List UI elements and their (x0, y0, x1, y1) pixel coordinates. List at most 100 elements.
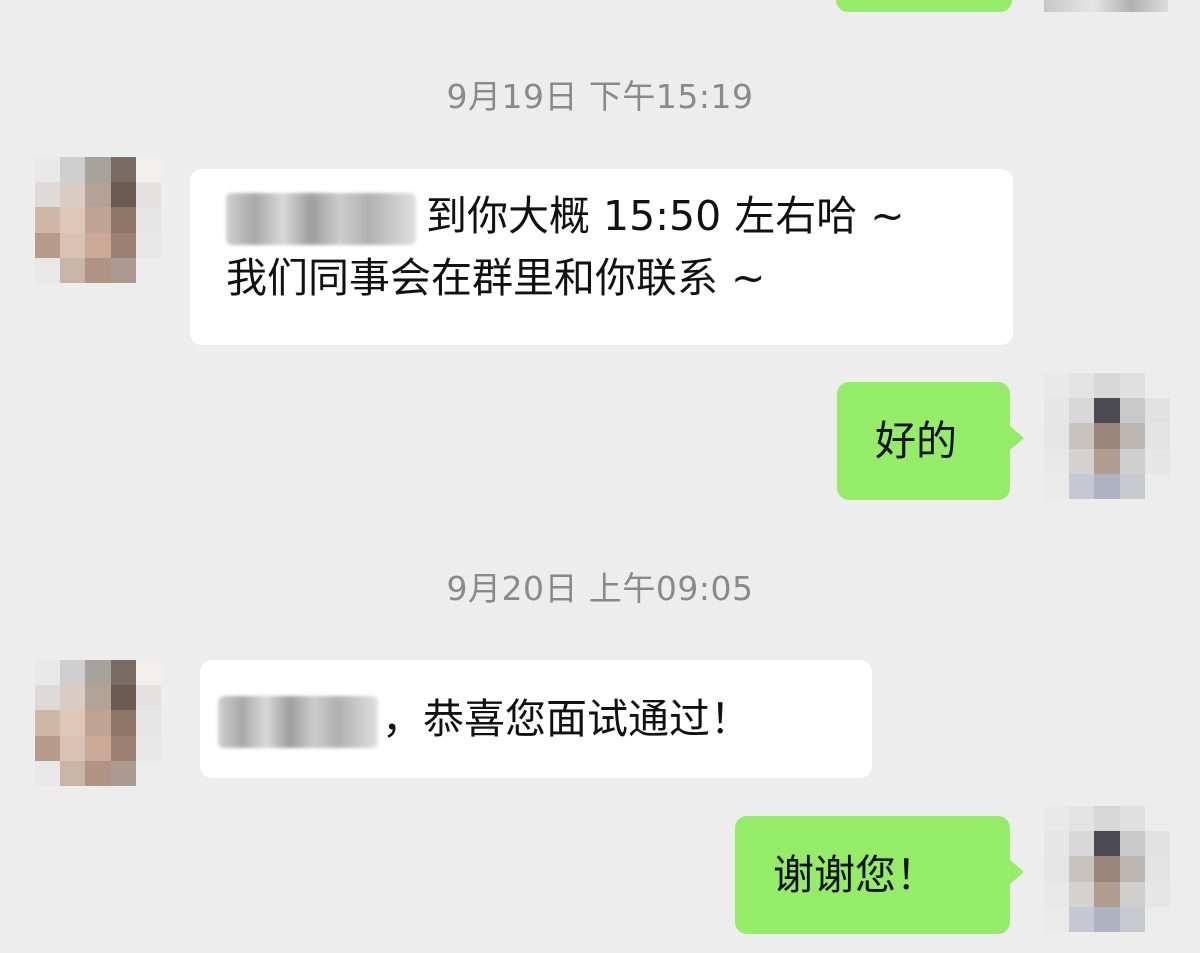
avatar-pixel (1044, 806, 1070, 832)
avatar-pixel (85, 182, 111, 208)
avatar-pixel (110, 207, 136, 233)
avatar-pixel (1144, 373, 1170, 399)
incoming-message-bubble[interactable]: 到你大概 15:50 左右哈 ~ 我们同事会在群里和你联系 ~ (190, 169, 1013, 345)
avatar-pixel (1044, 373, 1070, 399)
avatar-pixel (135, 735, 161, 761)
avatar-pixel (1144, 831, 1170, 857)
avatar-pixel (1069, 448, 1095, 474)
avatar-pixel (1094, 448, 1120, 474)
avatar-pixel (85, 157, 111, 183)
avatar-pixel (85, 660, 111, 686)
avatar-pixel (1069, 881, 1095, 907)
self-avatar[interactable] (1044, 806, 1170, 932)
message-text: 谢谢您！ (773, 851, 937, 899)
avatar-pixel (60, 207, 86, 233)
avatar-pixel (110, 182, 136, 208)
avatar-pixel (35, 660, 61, 686)
avatar-pixel (1119, 373, 1145, 399)
avatar-pixel (1144, 398, 1170, 424)
previous-outgoing-bubble[interactable] (836, 0, 1012, 12)
avatar-pixel (35, 710, 61, 736)
avatar-pixel (1069, 856, 1095, 882)
avatar-pixel (60, 257, 86, 283)
avatar-pixel (85, 207, 111, 233)
avatar-pixel (110, 157, 136, 183)
avatar-pixel (1094, 423, 1120, 449)
timestamp: 9月19日 下午15:19 (446, 77, 754, 116)
avatar-pixel (135, 157, 161, 183)
avatar-pixel (60, 710, 86, 736)
message-line: 到你大概 15:50 左右哈 ~ (226, 185, 1013, 247)
avatar-pixel (60, 760, 86, 786)
avatar-pixel (110, 232, 136, 258)
outgoing-message-bubble[interactable]: 好的 (837, 382, 1024, 500)
avatar-pixel (1144, 423, 1170, 449)
avatar-pixel (1119, 423, 1145, 449)
avatar-pixel (1094, 856, 1120, 882)
message-line: 我们同事会在群里和你联系 ~ (226, 254, 766, 302)
incoming-message-bubble[interactable]: ，恭喜您面试通过！ (200, 660, 872, 778)
avatar-pixel (35, 207, 61, 233)
avatar-pixel (1069, 473, 1095, 499)
avatar-pixel (1119, 906, 1145, 932)
avatar-pixel (1044, 473, 1070, 499)
avatar-pixel (1094, 906, 1120, 932)
avatar-pixel (60, 182, 86, 208)
avatar-pixel (60, 660, 86, 686)
avatar-pixel (1069, 806, 1095, 832)
redacted-name (226, 193, 416, 245)
avatar-pixel (60, 735, 86, 761)
avatar-pixel (1069, 906, 1095, 932)
avatar-pixel (135, 182, 161, 208)
avatar-pixel (1044, 856, 1070, 882)
avatar-pixel (35, 257, 61, 283)
avatar-pixel (85, 735, 111, 761)
avatar-pixel (135, 660, 161, 686)
avatar-pixel (135, 710, 161, 736)
avatar-pixel (85, 257, 111, 283)
avatar-pixel (35, 182, 61, 208)
avatar-pixel (1094, 398, 1120, 424)
avatar-pixel (135, 232, 161, 258)
avatar-pixel (1094, 473, 1120, 499)
avatar-pixel (1144, 856, 1170, 882)
avatar-pixel (1144, 906, 1170, 932)
avatar-pixel (85, 232, 111, 258)
avatar-pixel (35, 760, 61, 786)
avatar-pixel (1144, 473, 1170, 499)
avatar-pixel (60, 157, 86, 183)
avatar-pixel (110, 735, 136, 761)
avatar-pixel (1044, 448, 1070, 474)
avatar-pixel (85, 710, 111, 736)
self-avatar-partial[interactable] (1044, 0, 1168, 12)
avatar-pixel (135, 760, 161, 786)
avatar-pixel (85, 760, 111, 786)
avatar-pixel (1094, 831, 1120, 857)
avatar-pixel (135, 257, 161, 283)
avatar-pixel (60, 232, 86, 258)
avatar-pixel (1044, 906, 1070, 932)
contact-avatar[interactable] (35, 660, 161, 786)
avatar-pixel (1094, 806, 1120, 832)
avatar-pixel (1044, 881, 1070, 907)
avatar-pixel (1069, 398, 1095, 424)
redacted-name (218, 696, 378, 748)
avatar-pixel (1094, 881, 1120, 907)
message-text: 好的 (875, 417, 957, 465)
self-avatar[interactable] (1044, 373, 1170, 499)
avatar-pixel (110, 710, 136, 736)
avatar-pixel (1119, 856, 1145, 882)
avatar-pixel (1044, 831, 1070, 857)
avatar-pixel (135, 685, 161, 711)
avatar-pixel (1044, 423, 1070, 449)
avatar-pixel (35, 735, 61, 761)
avatar-pixel (35, 685, 61, 711)
avatar-pixel (60, 685, 86, 711)
contact-avatar[interactable] (35, 157, 161, 283)
avatar-pixel (1044, 398, 1070, 424)
avatar-pixel (1119, 398, 1145, 424)
avatar-pixel (1069, 373, 1095, 399)
avatar-pixel (1069, 831, 1095, 857)
outgoing-message-bubble[interactable]: 谢谢您！ (735, 816, 1024, 934)
avatar-pixel (1119, 806, 1145, 832)
